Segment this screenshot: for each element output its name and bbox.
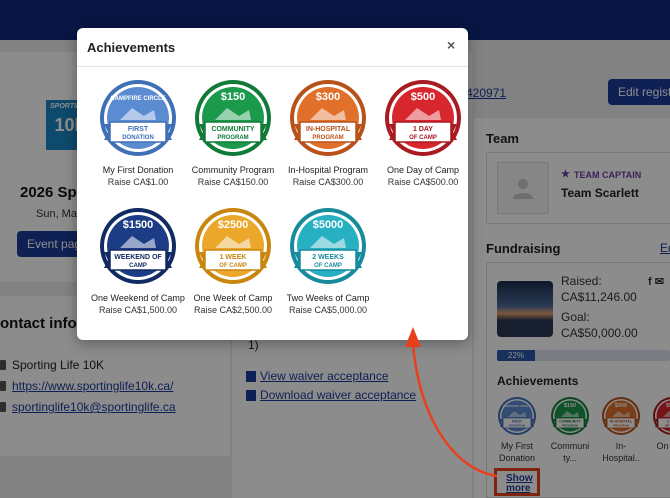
achievement-badge[interactable]: $5000 2 WEEKS OF CAMP Two Weeks of Camp Rais… (280, 206, 376, 316)
achievement-badge[interactable]: $150 COMMUNITY PROGRAM Community Program Rai… (185, 78, 281, 188)
close-icon[interactable]: × (447, 37, 455, 53)
svg-text:WEEKEND OF: WEEKEND OF (114, 254, 162, 261)
modal-divider (77, 66, 468, 67)
badge-raise-amount: Raise CA$5,000.00 (288, 305, 368, 315)
svg-text:IN-HOSPITAL: IN-HOSPITAL (306, 126, 351, 133)
flame-icon: CAMPFIRE CIRCLE FIRST DONATION (100, 80, 176, 156)
svg-text:$1500: $1500 (123, 219, 154, 231)
guitar-icon: $300 IN-HOSPITAL PROGRAM (290, 80, 366, 156)
badge-name: One Weekend of Camp (91, 293, 185, 303)
svg-text:FIRST: FIRST (128, 126, 149, 133)
svg-text:COMMUNITY: COMMUNITY (211, 126, 254, 133)
modal-title: Achievements (87, 40, 176, 55)
achievement-badge[interactable]: $1500 WEEKEND OF CAMP One Weekend of Camp Ra… (90, 206, 186, 316)
badge-name: My First Donation (102, 165, 174, 175)
badge-name: One Week of Camp (193, 293, 273, 303)
svg-text:2 WEEKS: 2 WEEKS (312, 254, 344, 261)
svg-text:OF CAMP: OF CAMP (314, 263, 342, 269)
svg-text:$2500: $2500 (218, 219, 249, 231)
canoe-icon: $2500 1 WEEK OF CAMP (195, 208, 271, 284)
svg-text:$150: $150 (221, 91, 245, 103)
lantern-icon: $1500 WEEKEND OF CAMP (100, 208, 176, 284)
svg-text:PROGRAM: PROGRAM (312, 135, 343, 141)
svg-text:$500: $500 (411, 91, 435, 103)
achievement-badge[interactable]: $500 1 DAY OF CAMP One Day of Camp Raise CA$… (375, 78, 471, 188)
svg-text:DONATION: DONATION (122, 135, 154, 141)
svg-text:CAMPFIRE CIRCLE: CAMPFIRE CIRCLE (110, 96, 165, 102)
achievement-badge[interactable]: $2500 1 WEEK OF CAMP One Week of Camp Raise … (185, 206, 281, 316)
svg-text:CAMP: CAMP (129, 263, 147, 269)
badge-raise-amount: Raise CA$300.00 (292, 177, 364, 187)
svg-text:1 WEEK: 1 WEEK (220, 254, 247, 261)
achievement-badge[interactable]: CAMPFIRE CIRCLE FIRST DONATION My First Don… (90, 78, 186, 188)
badge-raise-amount: Raise CA$1.00 (107, 177, 169, 187)
badge-name: One Day of Camp (386, 165, 460, 175)
badge-raise-amount: Raise CA$2,500.00 (193, 305, 273, 315)
badge-name: Community Program (191, 165, 275, 175)
badge-name: In-Hospital Program (287, 165, 369, 175)
badge-raise-amount: Raise CA$500.00 (387, 177, 459, 187)
badge-raise-amount: Raise CA$1,500.00 (98, 305, 178, 315)
achievements-modal: Achievements × CAMPFIRE CIRCLE FIRST DONAT… (77, 28, 468, 340)
campfire-icon: $5000 2 WEEKS OF CAMP (290, 208, 366, 284)
svg-text:$300: $300 (316, 91, 340, 103)
svg-text:$5000: $5000 (313, 219, 344, 231)
achievement-badge[interactable]: $300 IN-HOSPITAL PROGRAM In-Hospital Progra… (280, 78, 376, 188)
building-icon: $150 COMMUNITY PROGRAM (195, 80, 271, 156)
svg-text:OF CAMP: OF CAMP (219, 263, 247, 269)
badge-name: Two Weeks of Camp (286, 293, 370, 303)
svg-text:PROGRAM: PROGRAM (217, 135, 248, 141)
badge-raise-amount: Raise CA$150.00 (197, 177, 269, 187)
svg-text:1 DAY: 1 DAY (413, 126, 433, 133)
svg-text:OF CAMP: OF CAMP (409, 135, 437, 141)
tent-icon: $500 1 DAY OF CAMP (385, 80, 461, 156)
